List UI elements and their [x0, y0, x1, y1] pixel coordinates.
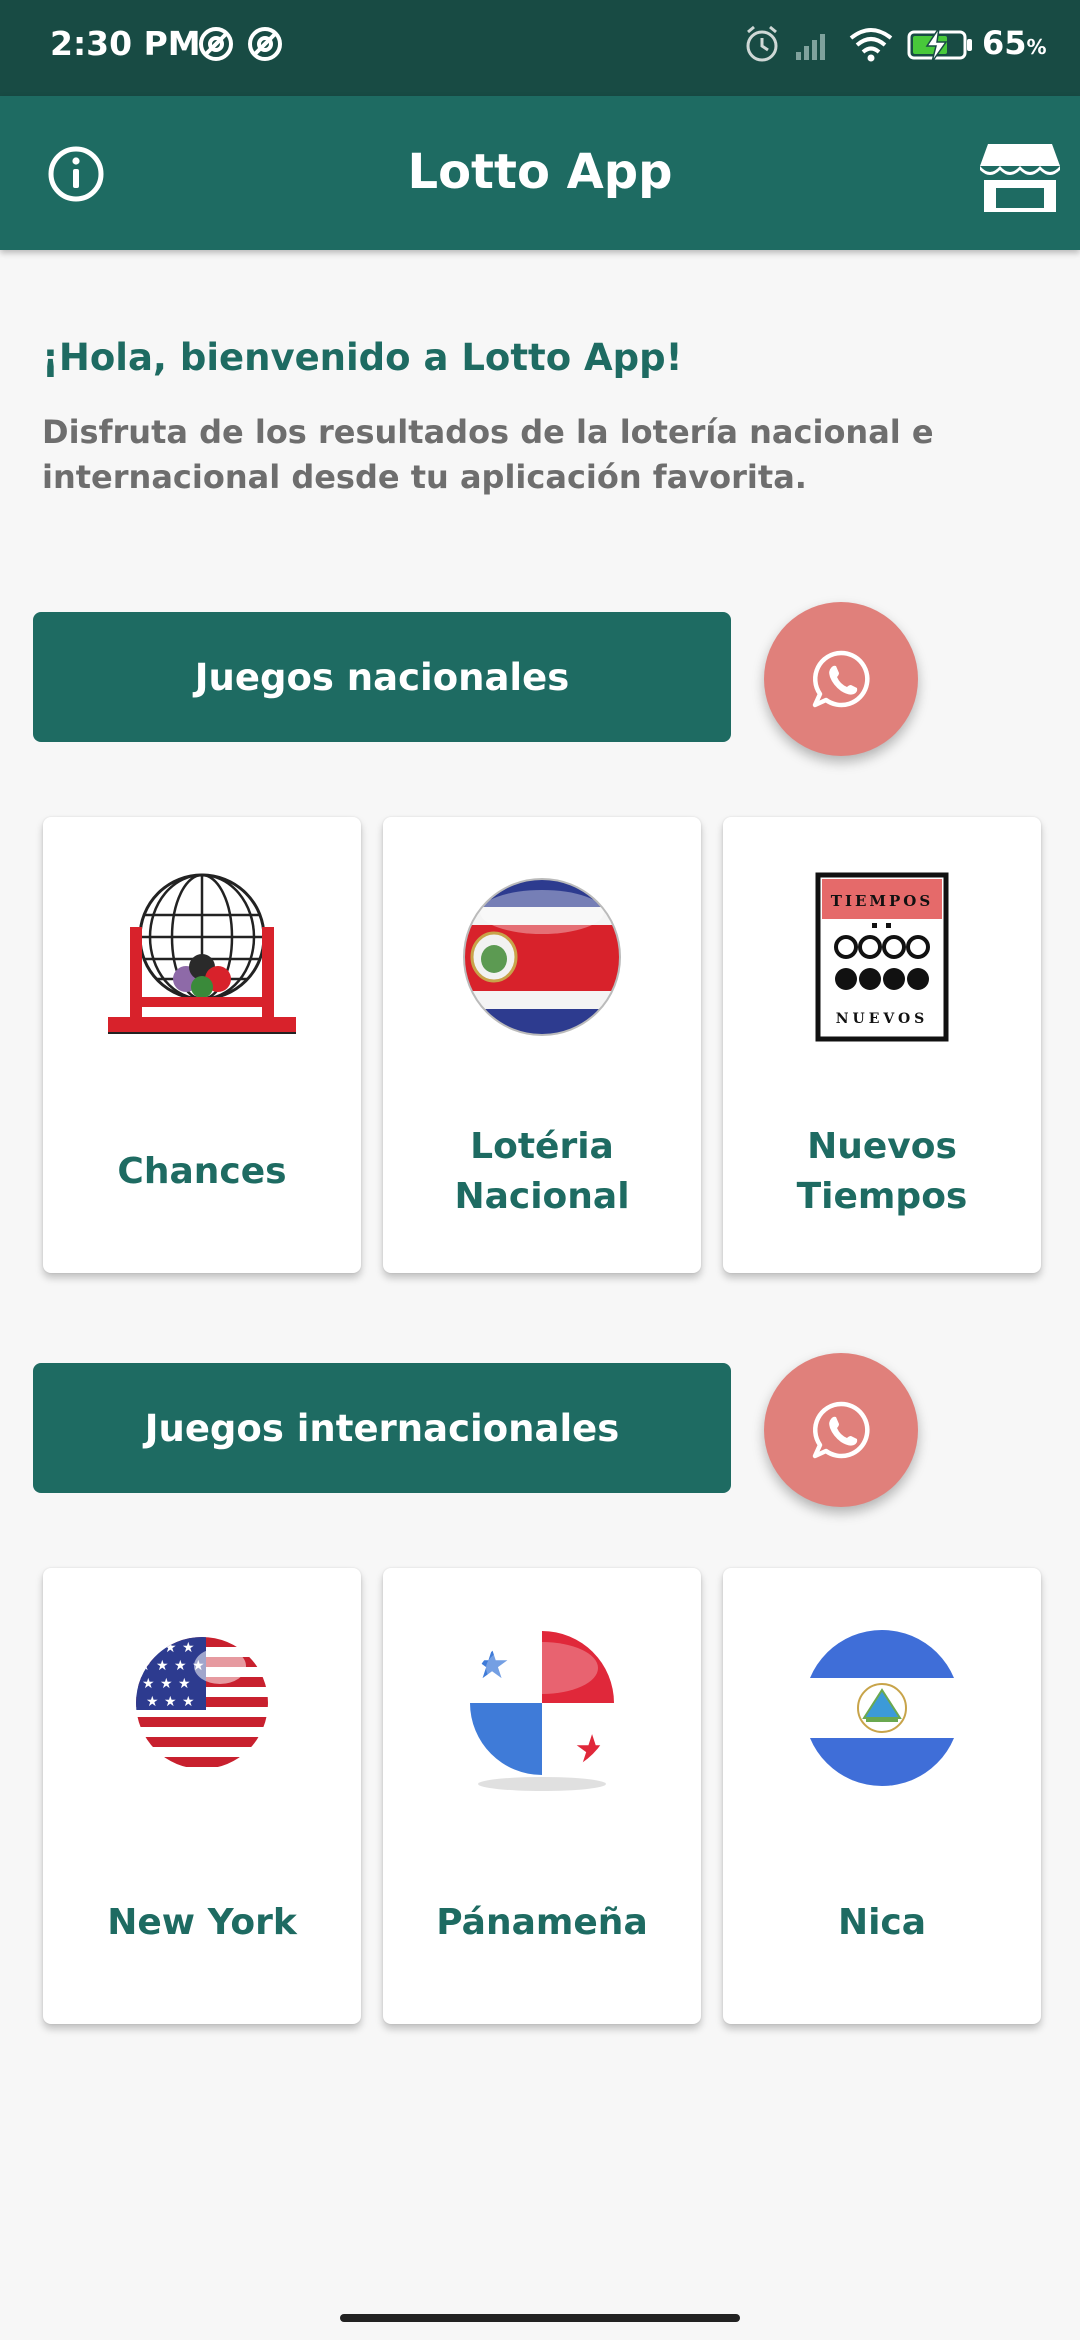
battery-charging-icon	[907, 27, 972, 63]
panama-flag-icon: ★ ★	[470, 1631, 614, 1791]
status-bar: 2:30 PM 65%	[0, 0, 1080, 96]
svg-text:★: ★	[156, 1658, 169, 1674]
svg-text:★: ★	[142, 1676, 155, 1692]
svg-text:★: ★	[146, 1640, 159, 1656]
battery-percent: 65%	[982, 24, 1047, 62]
svg-text:★: ★	[164, 1640, 177, 1656]
card-nica[interactable]: Nica	[723, 1568, 1041, 2024]
svg-text:★: ★	[178, 1676, 191, 1692]
app-bar: Lotto App	[0, 96, 1080, 250]
svg-text:NUEVOS: NUEVOS	[836, 1011, 929, 1027]
nuevos-tiempos-logo: TIEMPOS NUEVOS	[815, 872, 949, 1042]
svg-text:TIEMPOS: TIEMPOS	[831, 892, 933, 910]
svg-text:★: ★	[182, 1640, 195, 1656]
svg-text:★: ★	[164, 1694, 177, 1710]
alarm-icon	[746, 25, 778, 62]
welcome-text: Disfruta de los resultados de la lotería…	[42, 413, 934, 496]
international-games-button[interactable]: Juegos internacionales	[33, 1363, 731, 1493]
whatsapp-button-international[interactable]	[764, 1353, 918, 1507]
national-games-button[interactable]: Juegos nacionales	[33, 612, 731, 742]
app-title: Lotto App	[407, 144, 673, 200]
usa-flag-icon: ★★★ ★★★★ ★★★ ★★★	[136, 1637, 268, 1769]
notification-icon	[248, 27, 282, 61]
signal-icon	[796, 34, 825, 60]
card-loteria-nacional[interactable]: Lotéria Nacional	[383, 817, 701, 1273]
wifi-icon	[849, 28, 893, 62]
whatsapp-icon	[812, 650, 870, 708]
home-indicator[interactable]	[340, 2314, 740, 2322]
svg-text:★: ★	[174, 1658, 187, 1674]
svg-text:★: ★	[146, 1694, 159, 1710]
card-chances[interactable]: Chances	[43, 817, 361, 1273]
notification-icon	[199, 27, 233, 61]
card-label: Lotéria Nacional	[454, 1126, 630, 1217]
card-panamena[interactable]: ★ ★ Pánameña	[383, 1568, 701, 2024]
bingo-cage-icon	[108, 873, 296, 1034]
card-label: Nuevos Tiempos	[796, 1126, 968, 1217]
card-label: Chances	[117, 1151, 287, 1192]
nicaragua-flag-icon	[804, 1630, 960, 1786]
card-nuevos-tiempos[interactable]: TIEMPOS NUEVOS Nuevos Tiempos	[723, 817, 1041, 1273]
card-label: New York	[107, 1902, 297, 1943]
costa-rica-flag-icon	[463, 878, 621, 1036]
svg-text:★: ★	[160, 1676, 173, 1692]
card-label: Pánameña	[436, 1902, 648, 1943]
card-new-york[interactable]: ★★★ ★★★★ ★★★ ★★★ New York	[43, 1568, 361, 2024]
svg-text:★: ★	[138, 1658, 151, 1674]
status-time: 2:30 PM	[50, 24, 201, 63]
card-label: Nica	[837, 1902, 927, 1943]
whatsapp-icon	[812, 1401, 870, 1459]
svg-text:★: ★	[182, 1694, 195, 1710]
svg-text:★: ★	[574, 1727, 610, 1773]
whatsapp-button-national[interactable]	[764, 602, 918, 756]
welcome-title: ¡Hola, bienvenido a Lotto App!	[42, 336, 683, 379]
store-icon[interactable]	[978, 140, 1062, 216]
